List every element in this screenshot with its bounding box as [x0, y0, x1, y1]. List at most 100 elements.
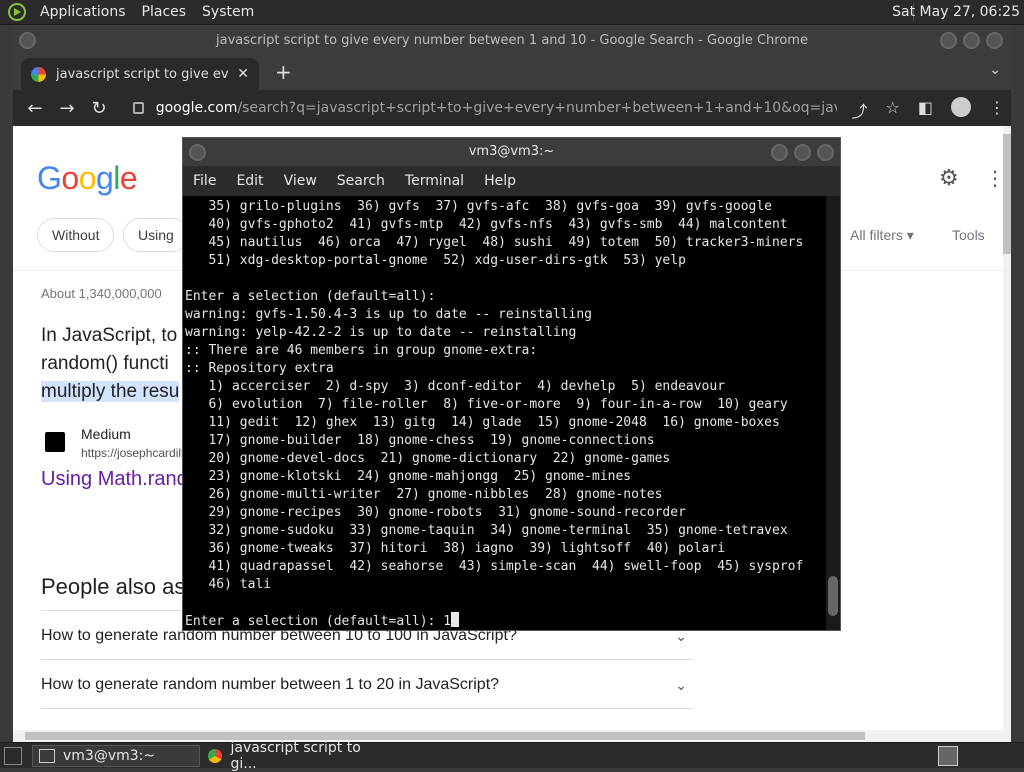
terminal-window-menu-icon[interactable] [189, 144, 206, 161]
terminal-line: 29) gnome-recipes 30) gnome-robots 31) g… [185, 505, 686, 520]
side-panel-icon[interactable]: ◧ [918, 98, 933, 122]
terminal-line: 11) gedit 12) ghex 13) gitg 14) glade 15… [185, 415, 780, 430]
terminal-window-controls[interactable] [771, 144, 834, 161]
terminal-minimize-icon[interactable] [771, 144, 788, 161]
terminal-line: 1) accerciser 2) d-spy 3) dconf-editor 4… [185, 379, 726, 394]
page-vertical-scrollbar[interactable] [1003, 126, 1011, 742]
tab-title: javascript script to give every n [56, 66, 229, 82]
terminal-line: 23) gnome-klotski 24) gnome-mahjongg 25)… [185, 469, 632, 484]
chrome-window-title: javascript script to give every number b… [216, 33, 808, 48]
tab-strip: javascript script to give every n ✕ + ⌄ [13, 56, 1011, 90]
terminal-window: vm3@vm3:~ File Edit View Search Terminal… [182, 137, 841, 631]
menu-system[interactable]: System [194, 4, 262, 20]
google-favicon-icon [31, 66, 46, 82]
back-icon[interactable]: ← [19, 98, 51, 119]
chrome-icon [208, 749, 223, 763]
terminal-menubar: File Edit View Search Terminal Help [183, 166, 840, 196]
terminal-scrollbar[interactable] [826, 196, 840, 630]
share-icon[interactable]: ⤴ [852, 98, 868, 122]
terminal-output[interactable]: 35) grilo-plugins 36) gvfs 37) gvfs-afc … [183, 196, 826, 630]
terminal-line: 46) tali [185, 577, 272, 592]
all-filters-dropdown[interactable]: All filters ▾ [850, 227, 914, 244]
chip-using[interactable]: Using [123, 218, 189, 252]
terminal-line: warning: gvfs-1.50.4-3 is up to date -- … [185, 307, 592, 322]
terminal-line: 35) grilo-plugins 36) gvfs 37) gvfs-afc … [185, 199, 772, 214]
terminal-cursor [451, 612, 460, 627]
applications-icon[interactable] [8, 3, 26, 21]
terminal-line: 45) nautilus 46) orca 47) rygel 48) sush… [185, 235, 804, 250]
result-link[interactable]: Using Math.rand [41, 468, 188, 491]
paa-question-3[interactable] [41, 708, 693, 732]
chrome-titlebar[interactable]: javascript script to give every number b… [13, 26, 1011, 56]
terminal-icon [39, 749, 55, 763]
terminal-line: :: Repository extra [185, 361, 334, 376]
chip-without[interactable]: Without [37, 218, 115, 252]
site-info-icon[interactable] [133, 102, 144, 114]
terminal-menu-terminal[interactable]: Terminal [395, 173, 474, 189]
terminal-line: 17) gnome-builder 18) gnome-chess 19) gn… [185, 433, 655, 448]
terminal-line: 36) gnome-tweaks 37) hitori 38) iagno 39… [185, 541, 726, 556]
terminal-prompt: Enter a selection (default=all): 1 [185, 612, 824, 630]
terminal-menu-file[interactable]: File [183, 173, 226, 189]
terminal-menu-edit[interactable]: Edit [226, 173, 273, 189]
top-panel: Applications Places System Sat May 27, 0… [0, 0, 1024, 25]
tab-google-search[interactable]: javascript script to give every n ✕ [21, 58, 259, 90]
paa-question-2[interactable]: How to generate random number between 1 … [41, 659, 693, 709]
terminal-line: 26) gnome-multi-writer 27) gnome-nibbles… [185, 487, 663, 502]
terminal-line: 20) gnome-devel-docs 21) gnome-dictionar… [185, 451, 671, 466]
terminal-menu-search[interactable]: Search [327, 173, 395, 189]
tab-close-icon[interactable]: ✕ [237, 66, 249, 82]
people-also-ask-title: People also as [41, 574, 186, 599]
terminal-maximize-icon[interactable] [794, 144, 811, 161]
new-tab-icon[interactable]: + [275, 60, 292, 84]
clock[interactable]: Sat May 27, 06:25 [892, 4, 1020, 20]
terminal-line: :: There are 46 members in group gnome-e… [185, 343, 538, 358]
forward-icon[interactable]: → [51, 98, 83, 119]
terminal-scrollbar-thumb[interactable] [828, 576, 838, 616]
terminal-title: vm3@vm3:~ [468, 144, 555, 159]
taskbar-item-chrome[interactable]: javascript script to gi... [202, 740, 382, 772]
tools-button[interactable]: Tools [952, 227, 985, 243]
chevron-down-icon[interactable]: ⌄ [675, 660, 687, 710]
profile-avatar-icon[interactable] [951, 97, 971, 117]
bottom-taskbar: vm3@vm3:~ javascript script to gi... [0, 740, 1024, 772]
featured-snippet: In JavaScript, to random() functi multip… [41, 325, 180, 402]
show-desktop-icon[interactable] [4, 747, 22, 765]
results-count: About 1,340,000,000 [41, 286, 162, 301]
minimize-icon[interactable] [940, 32, 957, 49]
menu-places[interactable]: Places [134, 4, 195, 20]
terminal-line: warning: yelp-42.2-2 is up to date -- re… [185, 325, 577, 340]
terminal-line: 41) quadrapassel 42) seahorse 43) simple… [185, 559, 804, 574]
terminal-menu-help[interactable]: Help [474, 173, 526, 189]
terminal-menu-view[interactable]: View [274, 173, 327, 189]
reload-icon[interactable]: ↻ [83, 98, 115, 119]
terminal-line: Enter a selection (default=all): [185, 289, 436, 304]
tab-search-chevron-icon[interactable]: ⌄ [989, 62, 1001, 78]
menu-applications[interactable]: Applications [32, 4, 134, 20]
terminal-line: 51) xdg-desktop-portal-gnome 52) xdg-use… [185, 253, 686, 268]
address-bar[interactable]: google.com/search?q=javascript+script+to… [123, 93, 837, 123]
source-name[interactable]: Medium [81, 426, 131, 442]
terminal-titlebar[interactable]: vm3@vm3:~ [183, 138, 840, 166]
close-window-icon[interactable] [986, 32, 1003, 49]
terminal-close-icon[interactable] [817, 144, 834, 161]
google-logo[interactable]: Google [37, 160, 138, 197]
toolbar-actions: ⤴ ☆ ◧ ⋮ [852, 97, 1005, 122]
terminal-line: 32) gnome-sudoku 33) gnome-taquin 34) gn… [185, 523, 788, 538]
terminal-line: 6) evolution 7) file-roller 8) five-or-m… [185, 397, 788, 412]
bookmark-star-icon[interactable]: ☆ [886, 98, 900, 122]
window-controls[interactable] [940, 32, 1003, 49]
settings-gear-icon[interactable]: ⚙ [939, 166, 959, 191]
terminal-line: 40) gvfs-gphoto2 41) gvfs-mtp 42) gvfs-n… [185, 217, 788, 232]
url-text[interactable]: google.com/search?q=javascript+script+to… [156, 100, 837, 116]
maximize-icon[interactable] [963, 32, 980, 49]
medium-logo-icon[interactable] [45, 432, 65, 452]
window-menu-icon[interactable] [19, 32, 36, 49]
page-horizontal-scrollbar[interactable] [13, 730, 1011, 742]
taskbar-item-terminal[interactable]: vm3@vm3:~ [32, 745, 200, 767]
chrome-menu-icon[interactable]: ⋮ [989, 98, 1005, 122]
source-url[interactable]: https://josephcardill [81, 446, 184, 460]
workspace-switcher[interactable] [938, 746, 958, 766]
